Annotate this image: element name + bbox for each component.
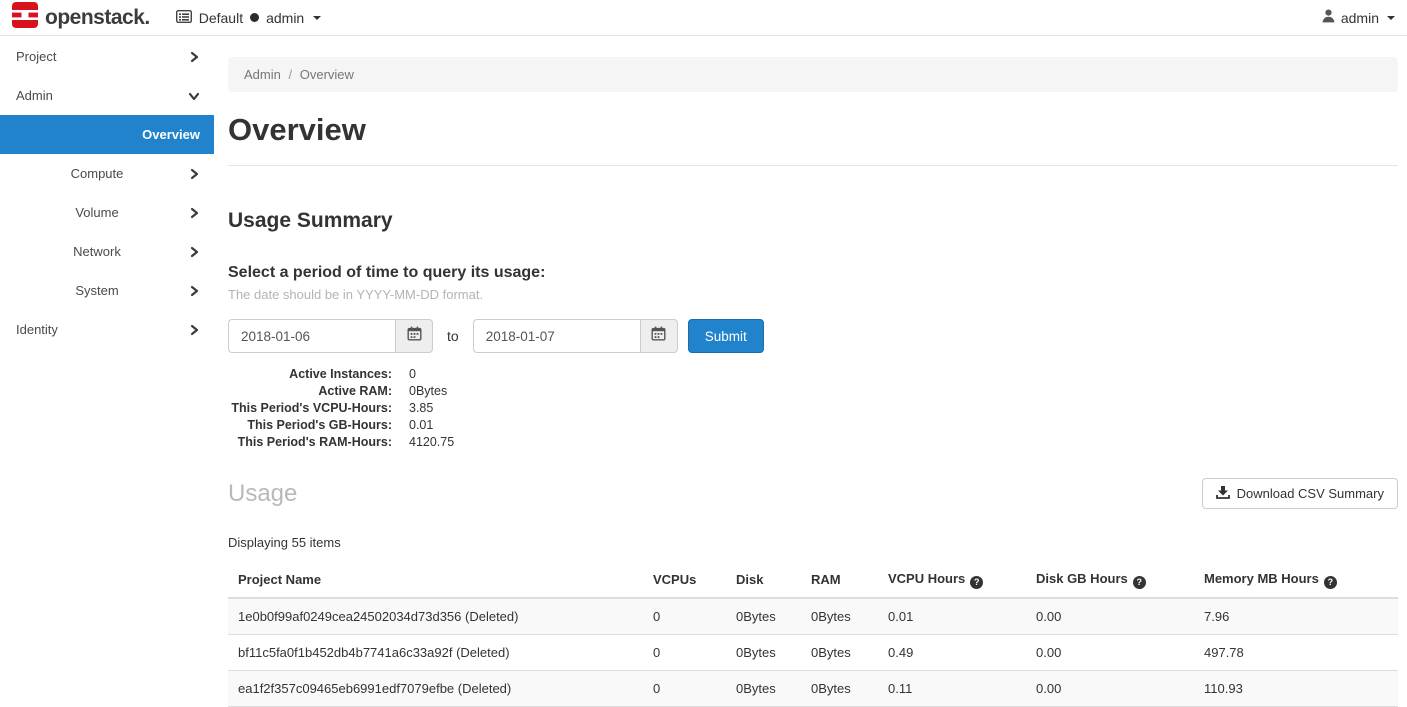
usage-summary-heading: Usage Summary xyxy=(228,209,1398,233)
col-memory-mb-hours[interactable]: Memory MB Hours? xyxy=(1194,563,1398,598)
caret-down-icon xyxy=(313,16,321,20)
caret-down-icon xyxy=(1387,16,1395,20)
project-context-switcher[interactable]: Default admin xyxy=(176,10,322,26)
sidebar-item-identity[interactable]: Identity xyxy=(0,310,214,349)
project-dot-icon xyxy=(250,13,259,22)
app-window: openstack. Default admin xyxy=(0,0,1407,670)
chevron-right-icon xyxy=(188,51,200,63)
sidebar-item-compute[interactable]: Compute xyxy=(0,154,214,193)
context-domain: Default xyxy=(199,10,243,26)
context-project: admin xyxy=(266,10,304,26)
to-label: to xyxy=(447,328,459,344)
list-alt-icon xyxy=(176,10,192,26)
content-area: Admin / Overview Overview Usage Summary … xyxy=(214,36,1407,670)
user-icon xyxy=(1322,9,1335,26)
date-to-input[interactable] xyxy=(473,319,640,353)
help-icon[interactable]: ? xyxy=(1133,576,1146,589)
sidebar-item-project[interactable]: Project xyxy=(0,37,214,76)
download-icon xyxy=(1216,485,1230,502)
calendar-icon xyxy=(407,326,422,346)
calendar-icon xyxy=(651,326,666,346)
breadcrumb: Admin / Overview xyxy=(228,57,1398,92)
sidebar-nav: Project Admin Overview Compute xyxy=(0,36,214,670)
main-area: Project Admin Overview Compute xyxy=(0,36,1407,670)
brand-text: openstack. xyxy=(45,6,150,30)
sidebar-item-admin[interactable]: Admin xyxy=(0,76,214,115)
sidebar-item-volume[interactable]: Volume xyxy=(0,193,214,232)
date-from-calendar-button[interactable] xyxy=(395,319,433,353)
chevron-right-icon xyxy=(188,168,200,180)
table-header-row: Project Name VCPUs Disk RAM VCPU Hours? … xyxy=(228,563,1398,598)
date-range-form: to xyxy=(228,319,1398,353)
chevron-right-icon xyxy=(188,207,200,219)
table-row: bf11c5fa0f1b452db4b7741a6c33a92f (Delete… xyxy=(228,634,1398,670)
table-row: 1e0b0f99af0249cea24502034d73d356 (Delete… xyxy=(228,598,1398,635)
download-csv-button[interactable]: Download CSV Summary xyxy=(1202,478,1398,509)
stat-ram-hours: This Period's RAM-Hours: 4120.75 xyxy=(228,434,1398,451)
col-disk-gb-hours[interactable]: Disk GB Hours? xyxy=(1026,563,1194,598)
table-row: ea1f2f357c09465eb6991edf7079efbe (Delete… xyxy=(228,670,1398,706)
openstack-logo[interactable]: openstack. xyxy=(12,2,150,33)
items-count: Displaying 55 items xyxy=(228,535,1398,550)
submit-button[interactable]: Submit xyxy=(688,319,764,353)
date-from-group xyxy=(228,319,433,353)
col-vcpu-hours[interactable]: VCPU Hours? xyxy=(878,563,1026,598)
help-icon[interactable]: ? xyxy=(970,576,983,589)
date-query-prompt: Select a period of time to query its usa… xyxy=(228,264,1398,282)
date-to-calendar-button[interactable] xyxy=(640,319,678,353)
col-ram[interactable]: RAM xyxy=(801,563,878,598)
usage-table: Project Name VCPUs Disk RAM VCPU Hours? … xyxy=(228,563,1398,707)
cell-project-name: ea1f2f357c09465eb6991edf7079efbe (Delete… xyxy=(228,670,643,706)
col-disk[interactable]: Disk xyxy=(726,563,801,598)
usage-section-header: Usage Download CSV Summary xyxy=(228,478,1398,509)
chevron-right-icon xyxy=(188,285,200,297)
breadcrumb-parent: Admin xyxy=(244,67,281,82)
chevron-right-icon xyxy=(188,246,200,258)
help-icon[interactable]: ? xyxy=(1324,576,1337,589)
date-to-group xyxy=(473,319,678,353)
col-project-name[interactable]: Project Name xyxy=(228,563,643,598)
sidebar-item-overview[interactable]: Overview xyxy=(0,115,214,154)
date-from-input[interactable] xyxy=(228,319,395,353)
sidebar-item-system[interactable]: System xyxy=(0,271,214,310)
chevron-down-icon xyxy=(188,90,200,102)
stat-active-instances: Active Instances: 0 xyxy=(228,366,1398,383)
top-navbar: openstack. Default admin xyxy=(0,0,1407,36)
breadcrumb-current: Overview xyxy=(300,67,354,82)
page-title: Overview xyxy=(228,112,1398,166)
sidebar-item-network[interactable]: Network xyxy=(0,232,214,271)
stat-vcpu-hours: This Period's VCPU-Hours: 3.85 xyxy=(228,400,1398,417)
openstack-logo-icon xyxy=(12,2,38,33)
user-name: admin xyxy=(1341,10,1379,26)
chevron-right-icon xyxy=(188,324,200,336)
col-vcpus[interactable]: VCPUs xyxy=(643,563,726,598)
stat-active-ram: Active RAM: 0Bytes xyxy=(228,383,1398,400)
cell-project-name: bf11c5fa0f1b452db4b7741a6c33a92f (Delete… xyxy=(228,634,643,670)
usage-stats: Active Instances: 0 Active RAM: 0Bytes T… xyxy=(228,366,1398,451)
date-format-hint: The date should be in YYYY-MM-DD format. xyxy=(228,287,1398,302)
usage-table-heading: Usage xyxy=(228,480,297,508)
breadcrumb-separator: / xyxy=(288,67,292,82)
cell-project-name: 1e0b0f99af0249cea24502034d73d356 (Delete… xyxy=(228,598,643,635)
stat-gb-hours: This Period's GB-Hours: 0.01 xyxy=(228,417,1398,434)
user-menu[interactable]: admin xyxy=(1322,9,1395,26)
download-csv-label: Download CSV Summary xyxy=(1237,486,1384,501)
